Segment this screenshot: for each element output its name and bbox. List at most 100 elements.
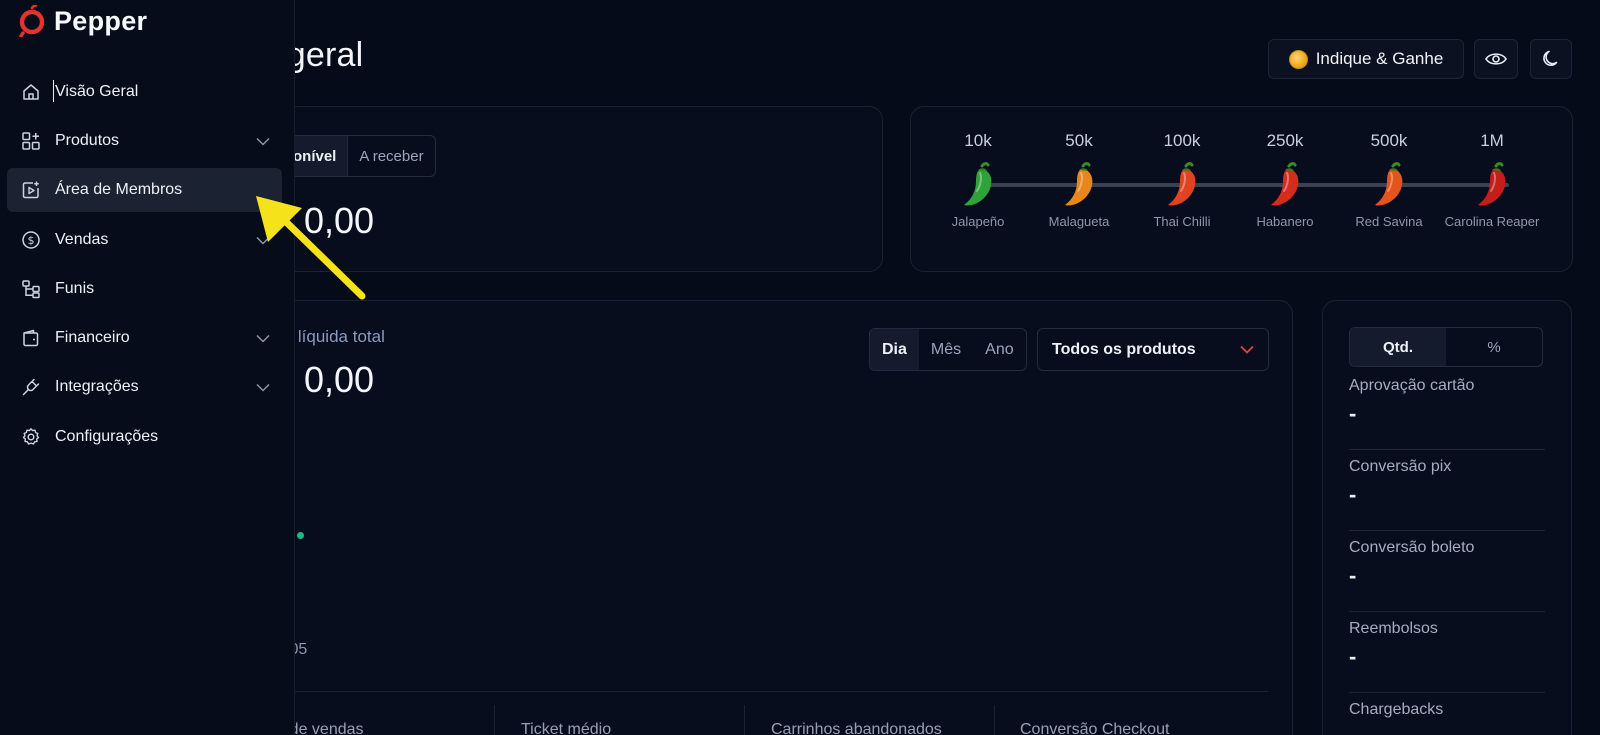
net-revenue-card: ta líquida total 0,00 Dia Mês Ano Todos … <box>160 300 1293 735</box>
divider <box>744 705 745 735</box>
rank-name: Carolina Reaper <box>1444 214 1540 229</box>
rate-value: - <box>1349 563 1357 588</box>
coin-icon <box>1288 49 1308 69</box>
product-filter-select[interactable]: Todos os produtos <box>1037 328 1269 371</box>
chevron-down-icon <box>1240 345 1254 354</box>
tab-year[interactable]: Ano <box>973 329 1025 370</box>
rank-threshold: 50k <box>1065 131 1093 150</box>
sidebar-item-label: Área de Membros <box>55 181 183 198</box>
sidebar-item-label: Produtos <box>55 132 120 149</box>
eye-icon <box>1485 53 1507 65</box>
chevron-down-icon[interactable] <box>248 328 278 348</box>
chili-pepper-icon <box>1057 161 1101 209</box>
rank-name: Malagueta <box>1048 214 1110 229</box>
tab-percent[interactable]: % <box>1446 328 1542 366</box>
rate-label: Reembolsos <box>1349 620 1438 637</box>
sidebar-item-products[interactable]: Produtos <box>7 119 282 163</box>
svg-text:$: $ <box>28 234 35 247</box>
rate-boleto-conversion: Conversão boleto - <box>1349 539 1545 589</box>
referral-label: Indique & Ganhe <box>1315 49 1444 68</box>
tab-day[interactable]: Dia <box>870 329 919 370</box>
sidebar-item-label: Configurações <box>55 428 159 445</box>
moon-icon <box>1543 50 1558 67</box>
divider <box>1349 449 1545 450</box>
rate-refunds: Reembolsos - <box>1349 620 1545 670</box>
rates-card: Qtd. % Aprovação cartão - Conversão pix … <box>1322 300 1572 735</box>
plug-icon <box>20 376 42 398</box>
sidebar-item-label: Visão Geral <box>55 83 139 100</box>
toggle-visibility-button[interactable] <box>1474 39 1518 79</box>
tab-quantity[interactable]: Qtd. <box>1350 328 1446 366</box>
sidebar-item-settings[interactable]: Configurações <box>7 415 282 459</box>
sidebar-item-members-area[interactable]: Área de Membros <box>7 168 282 212</box>
referral-button[interactable]: Indique & Ganhe <box>1268 39 1464 79</box>
rate-label: Conversão boleto <box>1349 539 1475 556</box>
chart-data-point[interactable] <box>297 532 304 539</box>
chili-pepper-icon <box>1263 161 1307 209</box>
annotation-arrow-icon <box>256 196 366 300</box>
rank-name: Habanero <box>1256 214 1314 229</box>
rate-value: - <box>1349 482 1357 507</box>
sidebar-item-funnels[interactable]: Funis <box>7 267 282 311</box>
divider <box>994 705 995 735</box>
rate-card-approval: Aprovação cartão - <box>1349 377 1545 427</box>
rate-value: - <box>1349 401 1357 426</box>
sidebar-item-overview[interactable]: Visão Geral <box>7 70 282 114</box>
sidebar-item-label: Funis <box>55 280 95 297</box>
sidebar-item-sales[interactable]: $ Vendas <box>7 218 282 262</box>
balance-tabs: onível A receber <box>281 135 436 177</box>
pepper-logo-icon <box>19 5 45 37</box>
product-filter-value: Todos os produtos <box>1052 340 1196 358</box>
sidebar-item-label: Vendas <box>55 231 109 248</box>
net-revenue-amount: 0,00 <box>304 359 375 400</box>
dollar-circle-icon: $ <box>20 229 42 251</box>
home-icon <box>20 81 42 103</box>
chili-pepper-icon <box>956 161 1000 209</box>
wallet-icon <box>20 327 42 349</box>
tab-month[interactable]: Mês <box>919 329 973 370</box>
rate-label: Chargebacks <box>1349 701 1444 718</box>
stat-checkout-conversion-label: Conversão Checkout <box>1020 721 1170 735</box>
sidebar-item-label: Financeiro <box>55 329 130 346</box>
chevron-down-icon[interactable] <box>248 377 278 397</box>
rate-label: Conversão pix <box>1349 458 1452 475</box>
chili-pepper-icon <box>1367 161 1411 209</box>
divider <box>1349 530 1545 531</box>
rank-tier: 10k Jalapeño <box>928 131 1028 230</box>
rate-value: - <box>1349 644 1357 669</box>
sidebar-item-label: Integrações <box>55 378 139 395</box>
divider <box>1349 611 1545 612</box>
rank-threshold: 1M <box>1480 131 1504 150</box>
rank-tier: 250k Habanero <box>1235 131 1335 230</box>
rates-tabs: Qtd. % <box>1349 327 1543 367</box>
chevron-down-icon[interactable] <box>248 131 278 151</box>
grid-plus-icon <box>20 130 42 152</box>
period-tabs: Dia Mês Ano <box>869 328 1027 371</box>
sidebar: Pepper Visão Geral Produtos Área de Memb… <box>0 0 295 735</box>
rank-tier: 500k Red Savina <box>1339 131 1439 230</box>
divider <box>494 705 495 735</box>
rank-name: Thai Chilli <box>1153 214 1211 229</box>
play-square-icon <box>20 179 42 201</box>
text-cursor <box>53 80 54 102</box>
tab-receivable[interactable]: A receber <box>347 136 434 176</box>
chili-pepper-icon <box>1470 161 1514 209</box>
rate-pix-conversion: Conversão pix - <box>1349 458 1545 508</box>
rank-threshold: 250k <box>1266 131 1304 150</box>
divider <box>161 691 1268 692</box>
sidebar-item-finance[interactable]: Financeiro <box>7 316 282 360</box>
theme-toggle-button[interactable] <box>1530 39 1572 79</box>
rank-tier: 50k Malagueta <box>1029 131 1129 230</box>
chili-pepper-icon <box>1160 161 1204 209</box>
rank-name: Red Savina <box>1355 214 1423 229</box>
logo[interactable]: Pepper <box>18 5 147 37</box>
sidebar-item-integrations[interactable]: Integrações <box>7 365 282 409</box>
stat-abandoned-carts-label: Carrinhos abandonados <box>771 721 942 735</box>
divider <box>1349 692 1545 693</box>
rank-tier: 1M Carolina Reaper <box>1442 131 1542 230</box>
rank-name: Jalapeño <box>951 214 1005 229</box>
rate-label: Aprovação cartão <box>1349 377 1475 394</box>
rank-threshold: 100k <box>1163 131 1201 150</box>
funnel-tree-icon <box>20 278 42 300</box>
page: o geral Indique & Ganhe onível A receber… <box>0 0 1600 735</box>
